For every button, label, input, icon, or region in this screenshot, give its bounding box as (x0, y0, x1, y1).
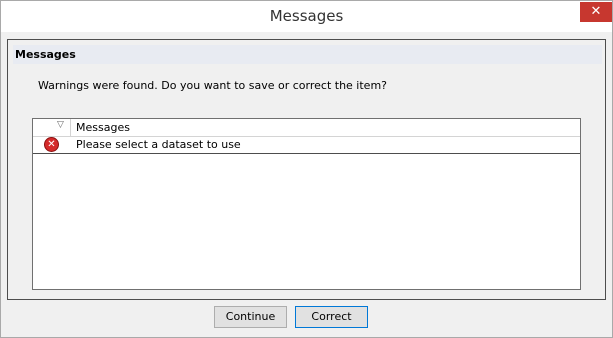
title-bar: Messages ✕ (1, 1, 612, 32)
panel-header: Messages (13, 45, 602, 64)
messages-dialog: Messages ✕ Messages Warnings were found.… (0, 0, 613, 338)
row-message-text: Please select a dataset to use (76, 138, 241, 151)
grid-header: ▽ Messages (33, 119, 580, 137)
continue-button[interactable]: Continue (214, 306, 287, 328)
messages-grid[interactable]: ▽ Messages ✕ Please select a dataset to … (32, 118, 581, 290)
warning-message: Warnings were found. Do you want to save… (38, 79, 387, 92)
column-separator (70, 119, 71, 136)
close-button[interactable]: ✕ (580, 2, 612, 22)
window-title: Messages (269, 7, 344, 25)
error-icon: ✕ (44, 137, 59, 152)
correct-button[interactable]: Correct (295, 306, 368, 328)
table-row[interactable]: ✕ Please select a dataset to use (33, 136, 580, 154)
messages-panel: Messages Warnings were found. Do you wan… (7, 39, 606, 300)
sort-triangle-icon[interactable]: ▽ (57, 120, 64, 130)
column-header-messages[interactable]: Messages (76, 121, 130, 134)
